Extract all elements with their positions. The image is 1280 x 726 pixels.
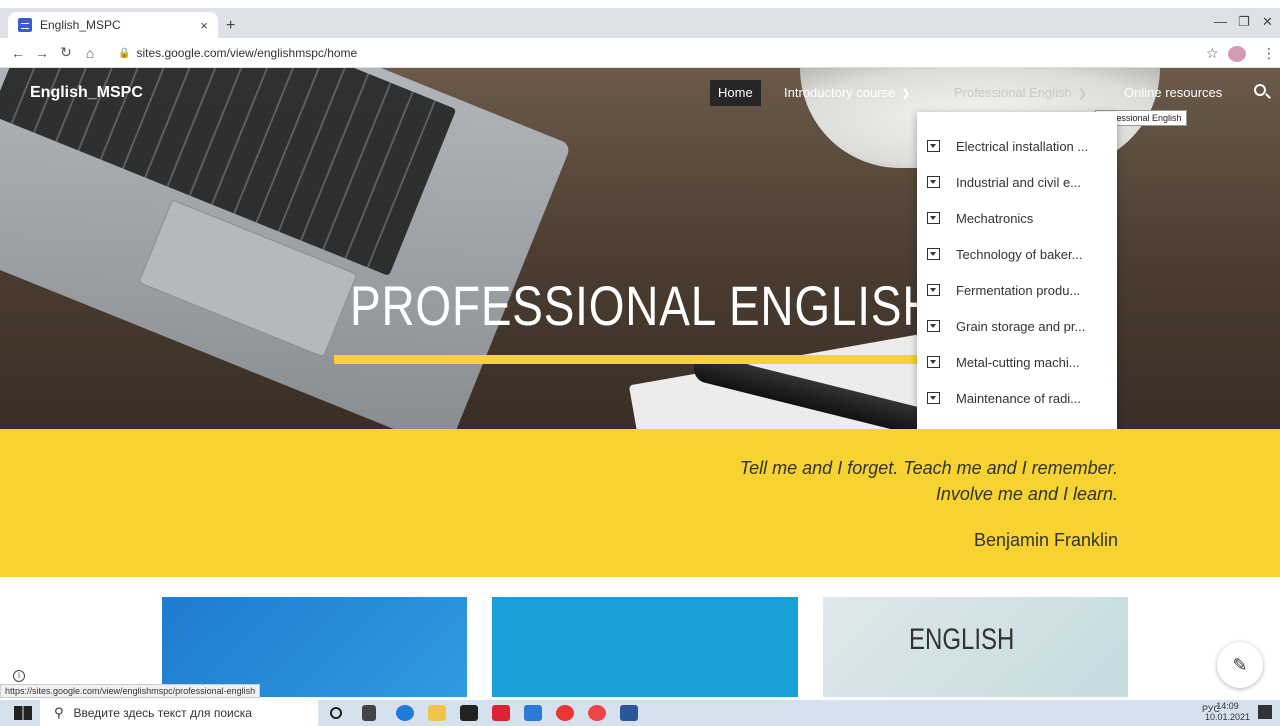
back-icon[interactable]: ← [6,45,30,61]
dropdown-item-label: Grain storage and pr... [956,318,1086,334]
url-text: sites.google.com/view/englishmspc/home [136,46,358,60]
dropdown-item-label: Industrial and civil e... [956,174,1082,190]
nav-introductory-course[interactable]: Introductory course ❯ [776,80,919,106]
card-image-2[interactable] [492,597,798,697]
chevron-down-icon[interactable]: ❯ [1078,88,1087,100]
cards-row: ENGLISH [0,577,1280,697]
nav-online-resources[interactable]: Online resources [1116,80,1230,106]
info-icon[interactable]: i [13,670,25,682]
expand-icon[interactable] [927,140,940,152]
extension-icon[interactable] [1228,46,1246,62]
yandex-icon[interactable] [556,705,574,721]
task-view-icon[interactable] [362,705,376,721]
minimize-icon[interactable]: — [1214,14,1227,29]
clock[interactable]: 14:09 10.01.2021 [1205,701,1250,723]
expand-icon[interactable] [927,284,940,296]
edge-icon[interactable] [396,705,414,721]
dropdown-item[interactable]: Fermentation produ... [917,272,1117,308]
status-url: https://sites.google.com/view/englishmsp… [0,684,261,698]
app-icon[interactable] [492,705,510,721]
nav-intro-label: Introductory course [784,85,896,100]
taskbar-search-placeholder: Введите здесь текст для поиска [73,706,252,720]
chevron-down-icon[interactable]: ❯ [901,88,910,100]
edit-pencil-icon[interactable]: ✎ [1217,642,1263,688]
forward-icon[interactable]: → [30,45,54,61]
cortana-icon[interactable] [330,707,342,719]
nav-professional-english[interactable]: Professional English ❯ [946,80,1095,106]
card3-english-text: ENGLISH [909,623,1015,656]
dropdown-item[interactable]: Metal-cutting machi... [917,344,1117,380]
taskbar-search[interactable]: ⚲ Введите здесь текст для поиска [40,700,318,726]
laptop-image [0,68,572,429]
dropdown-item[interactable]: Industrial and civil e... [917,164,1117,200]
dropdown-item[interactable]: Grain storage and pr... [917,308,1117,344]
nav-prof-label: Professional English [954,85,1072,100]
chrome-icon[interactable] [588,705,606,721]
expand-icon[interactable] [927,356,940,368]
nav-home-label: Home [718,85,753,100]
dropdown-item-label: Metal-cutting machi... [956,354,1080,370]
restore-icon[interactable]: ❐ [1238,14,1250,30]
card-image-1[interactable] [162,597,467,697]
tab-title: English_MSPC [40,18,121,32]
omnibox[interactable]: 🔒 sites.google.com/view/englishmspc/home [118,42,1198,64]
mail-icon[interactable] [524,705,542,721]
search-icon[interactable] [1254,84,1266,96]
tab-bar: English_MSPC × + — ❐ ✕ [0,8,1280,38]
expand-icon[interactable] [927,212,940,224]
dropdown-item-label: Technology of baker... [956,246,1083,262]
dropdown-item[interactable]: Electrical installation ... [917,128,1117,164]
lock-icon: 🔒 [118,47,131,59]
nav-online-label: Online resources [1124,85,1223,100]
expand-icon[interactable] [927,320,940,332]
clock-date: 10.01.2021 [1204,712,1250,722]
expand-icon[interactable] [927,392,940,404]
explorer-icon[interactable] [428,705,446,721]
quote-line-2: Involve me and I learn. [935,484,1118,504]
bookmark-star-icon[interactable]: ☆ [1206,45,1219,62]
search-icon: ⚲ [54,705,64,720]
dropdown-item[interactable]: Maintenance of radi... [917,380,1117,416]
dropdown-item-label: Fermentation produ... [956,282,1081,298]
card-image-3[interactable]: ENGLISH [823,597,1128,697]
professional-english-dropdown: Electrical installation ... Industrial a… [917,112,1117,432]
word-icon[interactable] [620,705,638,721]
expand-icon[interactable] [927,176,940,188]
dropdown-item[interactable]: Technology of baker... [917,236,1117,272]
dropdown-item-label: Electrical installation ... [956,138,1089,154]
browser-menu-icon[interactable]: ⋮ [1262,45,1276,62]
browser-tab[interactable]: English_MSPC × [8,12,218,38]
window-close-icon[interactable]: ✕ [1262,14,1273,30]
windows-taskbar: ⚲ Введите здесь текст для поиска РУС 14:… [0,700,1280,726]
clock-time: 14:09 [1216,701,1239,711]
quote-line-1: Tell me and I forget. Teach me and I rem… [739,458,1118,478]
new-tab-button[interactable]: + [226,17,235,35]
home-icon[interactable]: ⌂ [78,45,102,61]
expand-icon[interactable] [927,248,940,260]
quote-author: Benjamin Franklin [973,530,1118,550]
dropdown-item-label: Mechatronics [956,210,1034,226]
google-sites-favicon-icon [18,18,32,32]
hero-title: PROFESSIONAL ENGLISH [350,274,937,337]
windows-start-icon[interactable] [14,706,32,720]
quote-section: Tell me and I forget. Teach me and I rem… [0,429,1280,577]
dropdown-item-label: Maintenance of radi... [956,390,1082,406]
dropdown-item[interactable]: Mechatronics [917,200,1117,236]
reload-icon[interactable]: ↻ [54,44,78,61]
site-nav: Home Introductory course ❯ Professional E… [0,80,1280,106]
nav-home[interactable]: Home [710,80,761,106]
store-icon[interactable] [460,705,478,721]
notifications-icon[interactable] [1258,705,1272,719]
hero-underline [334,355,920,364]
address-bar-row: ← → ↻ ⌂ 🔒 sites.google.com/view/englishm… [0,38,1280,68]
top-strip [0,0,1280,8]
tab-close-icon[interactable]: × [200,18,208,33]
